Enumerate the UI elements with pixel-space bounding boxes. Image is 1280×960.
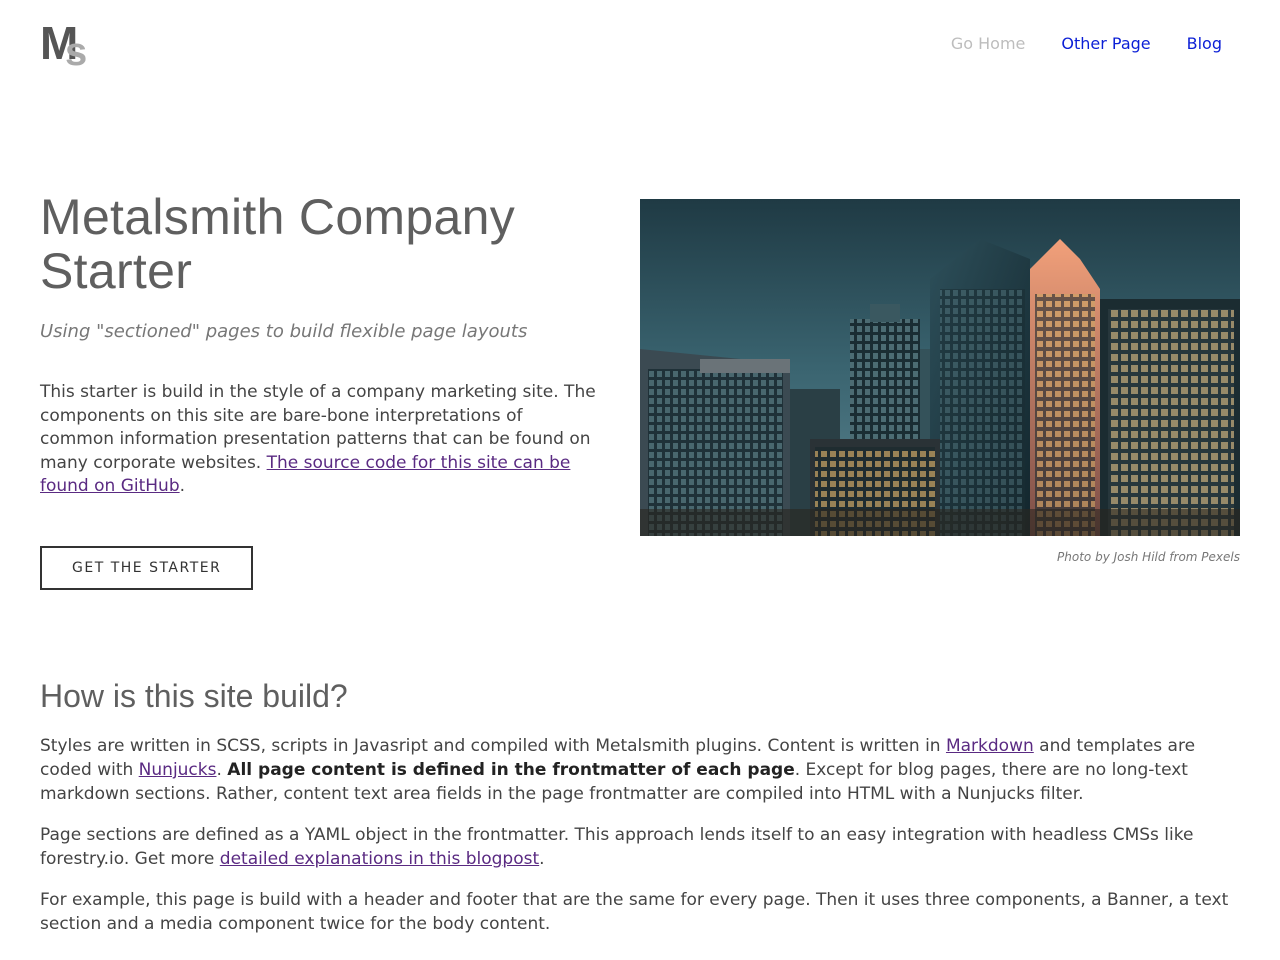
banner-text: Metalsmith Company Starter Using "sectio… [40, 190, 600, 590]
text-section: How is this site build? Styles are writt… [40, 676, 1240, 936]
nav-go-home[interactable]: Go Home [951, 34, 1026, 53]
p1-text-a: Styles are written in SCSS, scripts in J… [40, 736, 946, 756]
nav-blog[interactable]: Blog [1187, 34, 1222, 53]
markdown-link[interactable]: Markdown [946, 736, 1034, 756]
intro-end: . [179, 476, 186, 496]
page-subtitle: Using "sectioned" pages to build flexibl… [40, 321, 528, 342]
nunjucks-link[interactable]: Nunjucks [139, 760, 217, 780]
p1-text-c: . [216, 760, 228, 780]
nav-other-page[interactable]: Other Page [1061, 34, 1150, 53]
banner-photo [640, 199, 1240, 536]
section-paragraph-2: Page sections are defined as a YAML obje… [40, 823, 1240, 871]
logo-letter-s: s [65, 30, 88, 74]
get-starter-button[interactable]: GET THE STARTER [40, 545, 254, 590]
main-nav: Go Home Other Page Blog [951, 34, 1222, 53]
section-paragraph-3: For example, this page is build with a h… [40, 890, 1229, 934]
p2-text-a: Page sections are defined as a YAML obje… [40, 825, 1194, 869]
page-title: Metalsmith Company Starter [40, 189, 516, 299]
site-logo[interactable]: M s [40, 17, 92, 74]
photo-caption: Photo by Josh Hild from Pexels [1057, 550, 1240, 564]
banner-intro: This starter is build in the style of a … [40, 381, 600, 499]
section-paragraph-1: Styles are written in SCSS, scripts in J… [40, 734, 1240, 806]
p1-strong: All page content is defined in the front… [227, 760, 795, 780]
p2-text-b: . [539, 849, 545, 869]
section-heading: How is this site build? [40, 678, 348, 714]
blogpost-link[interactable]: detailed explanations in this blogpost [220, 849, 539, 869]
